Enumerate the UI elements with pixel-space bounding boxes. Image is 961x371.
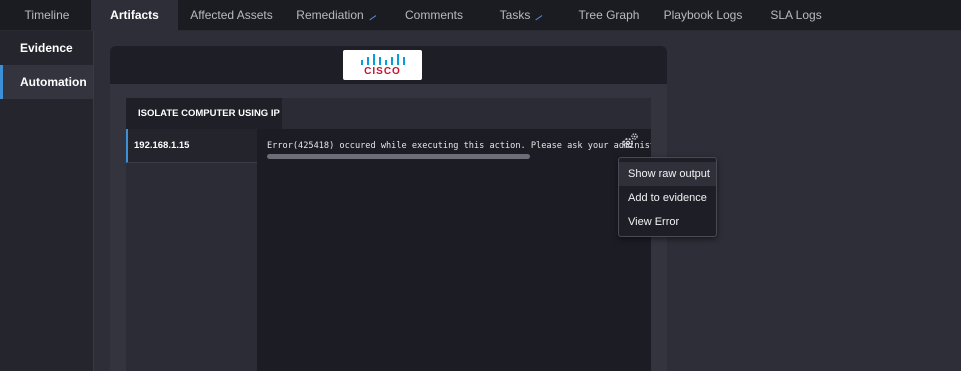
tab-sla-logs[interactable]: SLA Logs <box>763 0 829 31</box>
tab-comments[interactable]: Comments <box>398 0 470 31</box>
card-header: CISCO <box>110 46 667 84</box>
tab-timeline[interactable]: Timeline <box>10 0 84 31</box>
sidebar: Evidence Automation <box>0 31 94 371</box>
tab-affected-assets[interactable]: Affected Assets <box>184 0 279 31</box>
target-list: 192.168.1.15 <box>126 129 257 371</box>
tab-label: Comments <box>404 8 463 22</box>
output-area: Error(425418) occured while executing th… <box>257 129 651 371</box>
sidebar-item-label: Automation <box>20 75 87 89</box>
options-menu: Show raw output Add to evidence View Err… <box>618 157 717 237</box>
cisco-bars-icon <box>361 54 405 65</box>
tab-label: SLA Logs <box>770 8 822 22</box>
lightning-icon: ⸝ <box>534 8 544 22</box>
sidebar-item-automation[interactable]: Automation <box>0 65 93 99</box>
error-message: Error(425418) occured while executing th… <box>267 141 651 151</box>
menu-item-show-raw-output[interactable]: Show raw output <box>619 162 716 186</box>
tab-label: Tree Graph <box>578 8 640 22</box>
tab-isolate-computer[interactable]: ISOLATE COMPUTER USING IP <box>126 98 282 129</box>
tab-label: Artifacts <box>110 8 159 22</box>
cisco-logo: CISCO <box>343 50 422 80</box>
sidebar-item-evidence[interactable]: Evidence <box>0 31 93 65</box>
sidebar-item-label: Evidence <box>20 41 73 55</box>
horizontal-scrollbar[interactable] <box>267 154 530 159</box>
panel-tab-bar: ISOLATE COMPUTER USING IP <box>126 98 651 129</box>
tab-artifacts[interactable]: Artifacts <box>91 0 178 31</box>
lightning-icon: ⸝ <box>368 8 378 22</box>
tab-playbook-logs[interactable]: Playbook Logs <box>659 0 747 31</box>
menu-item-view-error[interactable]: View Error <box>619 210 716 234</box>
tab-label: Affected Assets <box>190 8 273 22</box>
automation-card: CISCO ISOLATE COMPUTER USING IP 192.168.… <box>110 46 667 371</box>
gear-icon[interactable] <box>620 131 640 151</box>
tab-tasks[interactable]: Tasks ⸝ <box>490 0 552 31</box>
tab-label: Remediation <box>296 8 364 22</box>
tab-label: Timeline <box>24 8 70 22</box>
tab-label: Playbook Logs <box>663 8 743 22</box>
tab-remediation[interactable]: Remediation ⸝ <box>290 0 382 31</box>
tab-label: Tasks <box>499 8 531 22</box>
logo-text: CISCO <box>364 66 401 77</box>
tab-tree-graph[interactable]: Tree Graph <box>574 0 644 31</box>
top-tab-bar: Timeline Artifacts Affected Assets Remed… <box>0 0 961 31</box>
menu-item-add-to-evidence[interactable]: Add to evidence <box>619 186 716 210</box>
action-panel: ISOLATE COMPUTER USING IP 192.168.1.15 E… <box>126 98 651 371</box>
target-item[interactable]: 192.168.1.15 <box>126 129 257 163</box>
